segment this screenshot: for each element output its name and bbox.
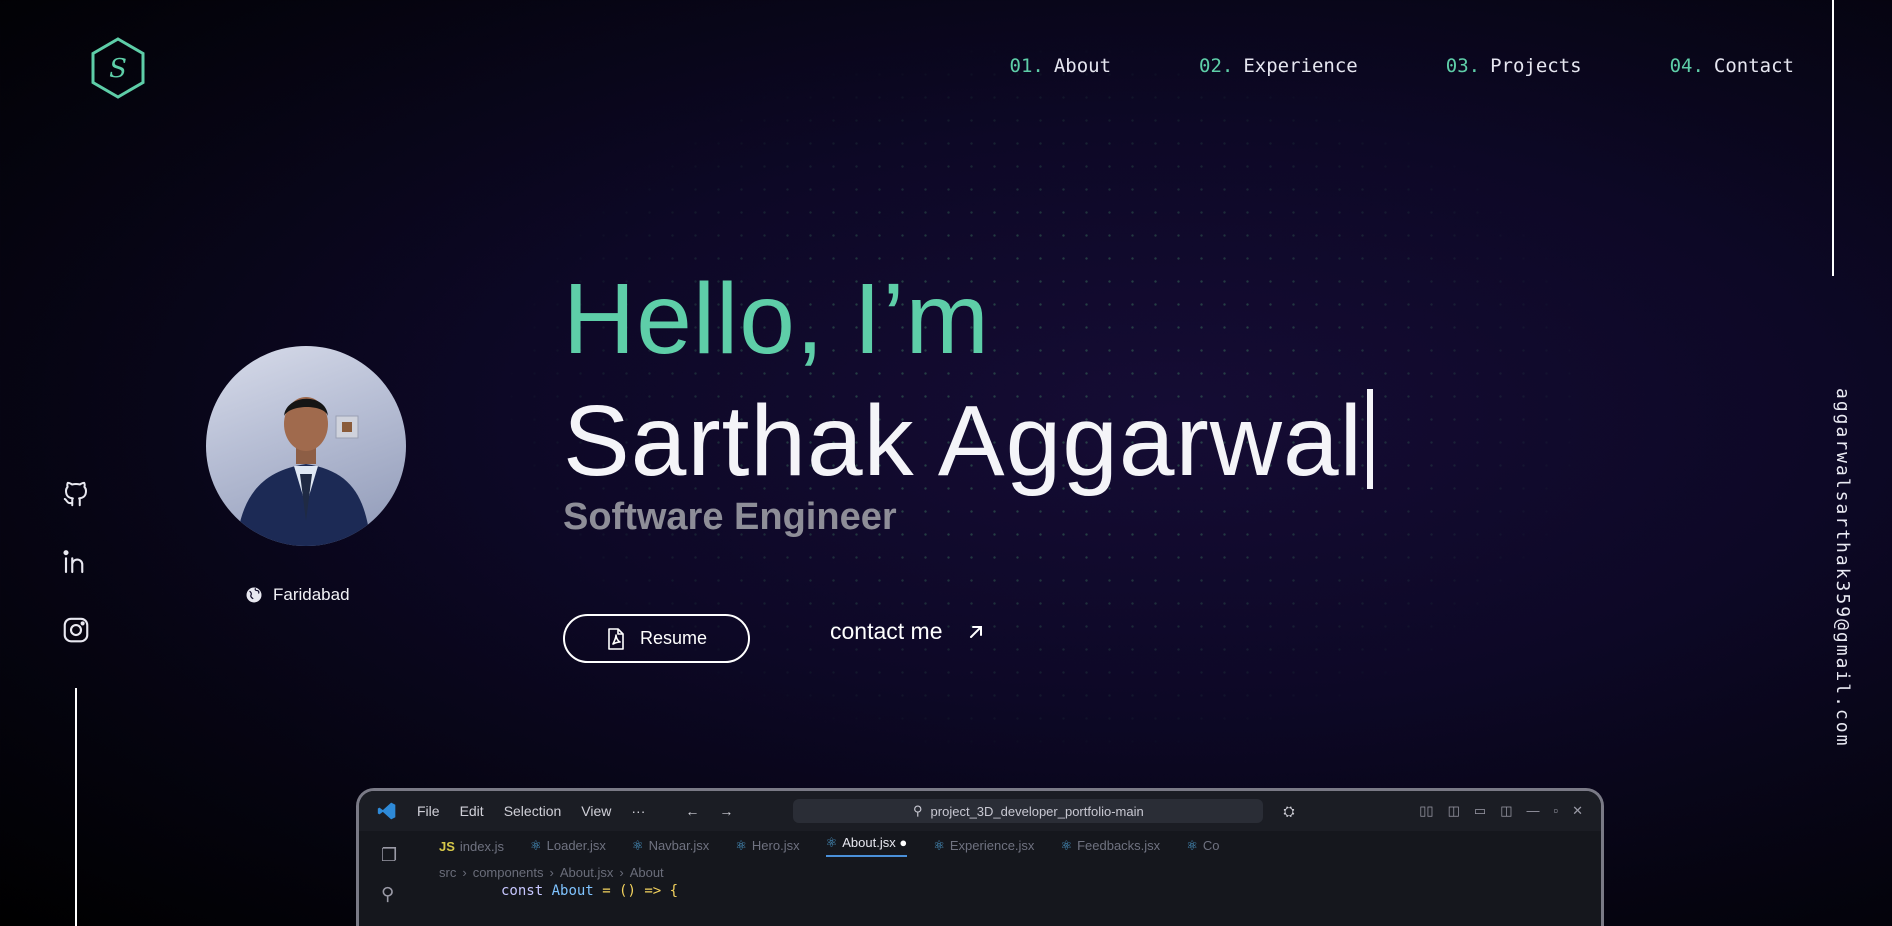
editor-search-icon[interactable]: ⚲ (381, 884, 397, 905)
logo[interactable]: S (90, 36, 146, 100)
editor-menu-more[interactable]: ··· (631, 803, 645, 819)
nav-label: About (1053, 55, 1112, 77)
react-file-icon: ⚛ (631, 838, 644, 853)
panel-toggle-icon[interactable]: ▭ (1474, 803, 1486, 819)
hero-name: Sarthak Aggarwal (563, 384, 1373, 499)
react-file-icon: ⚛ (933, 838, 945, 853)
editor-code-line: const About = () => { (359, 883, 1601, 899)
editor-search-bar[interactable]: ⚲ project_3D_developer_portfolio-main (793, 799, 1264, 823)
nav-item-about[interactable]: 01. About (1010, 55, 1112, 77)
code-keyword: const (501, 883, 544, 899)
nav-label: Experience (1243, 55, 1358, 77)
editor-activity-bar: ❐ ⚲ (381, 845, 397, 905)
email-link[interactable]: aggarwalsarthak359@gmail.com (1832, 388, 1853, 747)
profile-photo (206, 346, 406, 546)
editor-tab-navbar[interactable]: ⚛ Navbar.jsx (632, 838, 709, 854)
editor-tab-hero[interactable]: ⚛ Hero.jsx (735, 838, 799, 854)
svg-text:S: S (109, 54, 127, 84)
editor-tab-loader[interactable]: ⚛ Loader.jsx (530, 838, 606, 854)
breadcrumb-item[interactable]: components (473, 865, 544, 880)
top-nav: 01. About 02. Experience 03. Projects 04… (1010, 55, 1795, 77)
right-divider-line (1832, 0, 1834, 276)
forward-arrow-icon[interactable]: → (719, 803, 733, 819)
close-icon[interactable]: ✕ (1572, 803, 1583, 819)
location: Faridabad (245, 585, 350, 605)
editor-tab-about[interactable]: ⚛ About.jsx ● (825, 835, 908, 857)
hero-greeting: Hello, I’m (563, 263, 990, 375)
editor-menu-selection[interactable]: Selection (504, 803, 562, 819)
pdf-file-icon (608, 627, 624, 650)
code-rest: = () => { (602, 883, 679, 899)
editor-menu-file[interactable]: File (417, 803, 440, 819)
nav-number: 02. (1199, 55, 1234, 77)
hero-name-text: Sarthak Aggarwal (563, 385, 1363, 497)
editor-tab-experience[interactable]: ⚛ Experience.jsx (933, 838, 1034, 854)
editor-tabs: JS index.js ⚛ Loader.jsx ⚛ Navbar.jsx ⚛ Hero… (359, 831, 1601, 861)
js-file-icon: JS (439, 838, 455, 854)
breadcrumb-item[interactable]: About.jsx (560, 865, 613, 880)
editor-tab-feedbacks[interactable]: ⚛ Feedbacks.jsx (1060, 838, 1160, 854)
react-file-icon: ⚛ (529, 838, 542, 853)
contact-label: contact me (830, 618, 943, 644)
nav-item-experience[interactable]: 02. Experience (1199, 55, 1358, 77)
instagram-icon (63, 617, 89, 643)
hero-role: Software Engineer (563, 496, 897, 538)
nav-item-contact[interactable]: 04. Contact (1670, 55, 1794, 77)
explorer-icon[interactable]: ❐ (381, 845, 397, 866)
nav-item-projects[interactable]: 03. Projects (1446, 55, 1582, 77)
sidebar-toggle-icon[interactable]: ◫ (1448, 803, 1460, 819)
back-arrow-icon[interactable]: ← (685, 803, 699, 819)
minimize-icon[interactable]: — (1526, 803, 1539, 819)
editor-tab-overflow[interactable]: ⚛ Co (1186, 838, 1219, 854)
vscode-icon (377, 802, 396, 820)
editor-search-text: project_3D_developer_portfolio-main (930, 803, 1144, 819)
location-text: Faridabad (273, 585, 350, 604)
window-controls: ▯▯ ◫ ▭ ◫ — ▫ ✕ (1419, 803, 1583, 819)
nav-number: 03. (1445, 55, 1481, 77)
secondary-sidebar-icon[interactable]: ◫ (1500, 803, 1512, 819)
left-divider-line (75, 688, 77, 926)
breadcrumb-item[interactable]: About (630, 865, 664, 880)
editor-titlebar: File Edit Selection View ··· ← → ⚲ proje… (359, 791, 1601, 831)
contact-me-link[interactable]: contact me (830, 618, 985, 645)
resume-button[interactable]: Resume (563, 614, 750, 663)
code-identifier: About (551, 883, 594, 899)
copilot-icon[interactable]: ⛭ (1283, 803, 1294, 820)
maximize-icon[interactable]: ▫ (1553, 803, 1558, 819)
nav-label: Projects (1490, 55, 1582, 77)
social-links (60, 478, 92, 646)
github-icon (63, 481, 87, 507)
arrow-up-right-icon (969, 625, 982, 638)
nav-number: 01. (1009, 55, 1044, 77)
breadcrumb-item[interactable]: src (439, 865, 456, 880)
react-file-icon: ⚛ (735, 838, 747, 853)
editor-breadcrumb: src › components › About.jsx › About (439, 864, 664, 880)
editor-menu-view[interactable]: View (581, 803, 611, 819)
layout-icon[interactable]: ▯▯ (1419, 803, 1433, 819)
editor-tab-index[interactable]: JS index.js (439, 839, 504, 854)
react-file-icon: ⚛ (825, 835, 838, 850)
instagram-link[interactable] (60, 614, 92, 646)
linkedin-icon (63, 550, 84, 574)
person-illustration (236, 397, 371, 546)
nav-label: Contact (1713, 55, 1794, 77)
editor-menu-edit[interactable]: Edit (460, 803, 484, 819)
resume-label: Resume (639, 628, 708, 648)
laptop-editor-preview: File Edit Selection View ··· ← → ⚲ proje… (356, 788, 1604, 926)
linkedin-link[interactable] (60, 546, 92, 578)
nav-number: 04. (1669, 55, 1704, 77)
unsaved-dot-icon: ● (899, 835, 908, 850)
search-icon: ⚲ (913, 803, 923, 818)
github-link[interactable] (60, 478, 92, 510)
typing-cursor (1366, 389, 1373, 489)
hexagon-logo-icon: S (91, 37, 145, 99)
globe-icon (246, 587, 262, 603)
react-file-icon: ⚛ (1186, 838, 1198, 853)
react-file-icon: ⚛ (1060, 838, 1073, 853)
